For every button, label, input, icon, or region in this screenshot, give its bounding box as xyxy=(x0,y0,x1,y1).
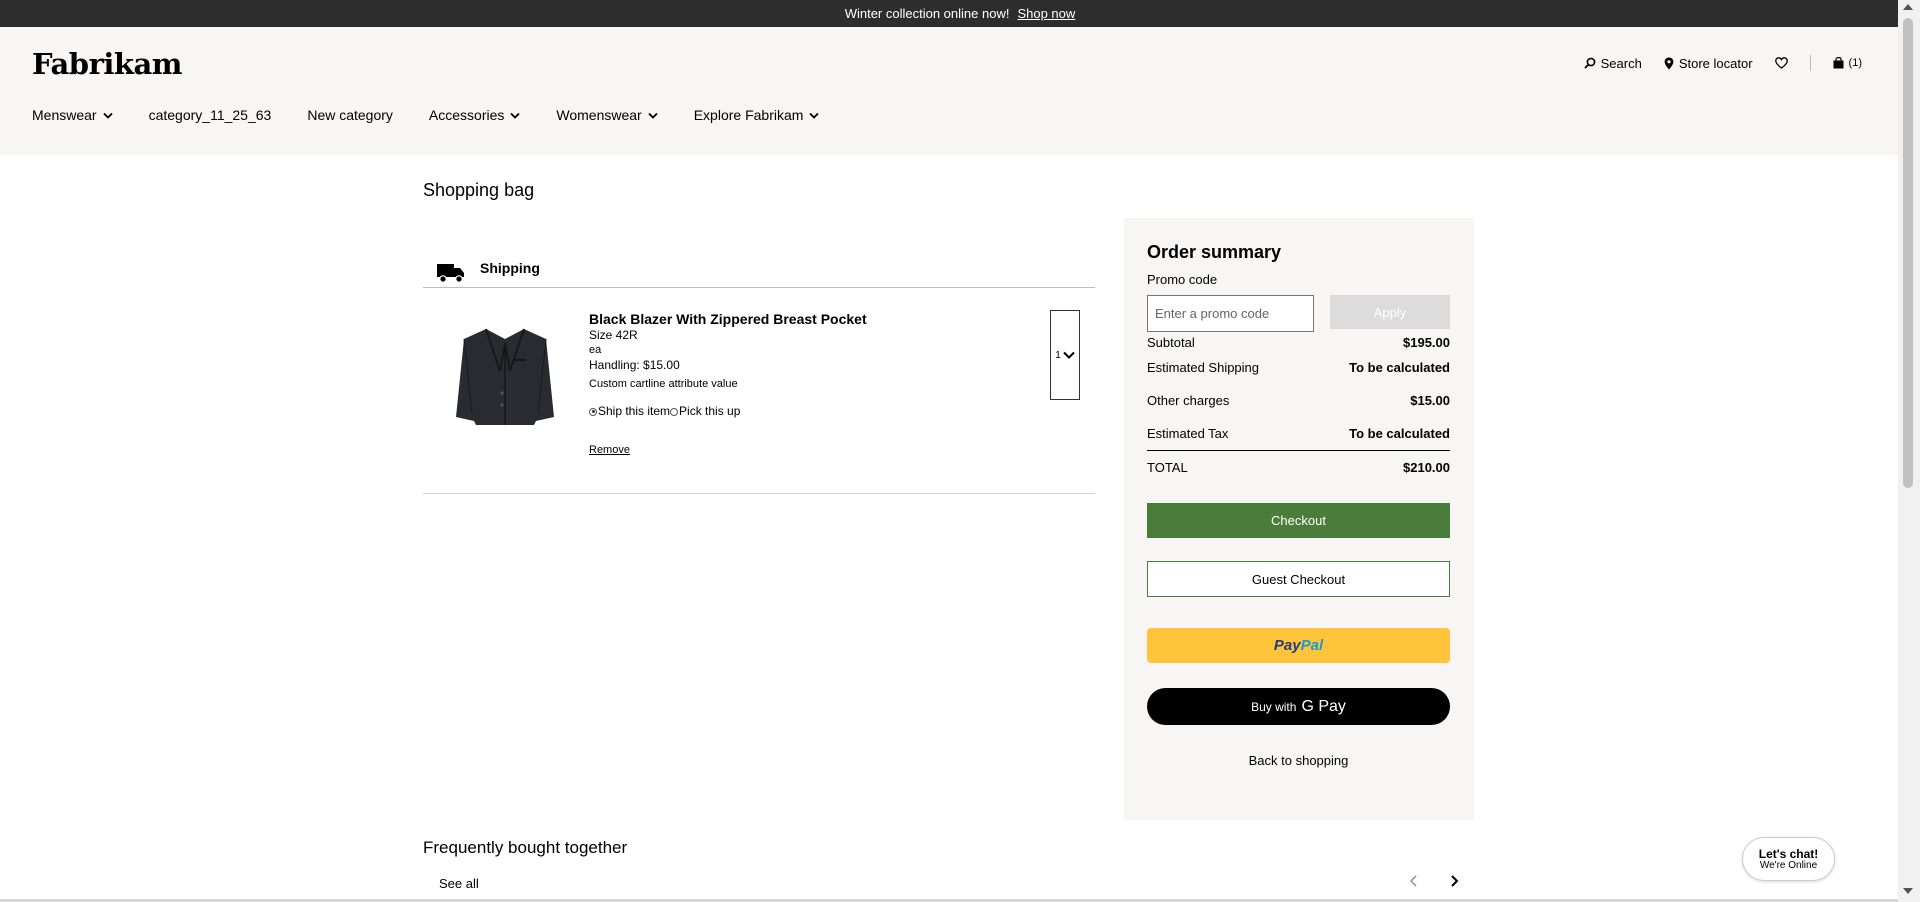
nav-accessories-label: Accessories xyxy=(428,107,505,123)
subtotal-row: Subtotal $195.00 xyxy=(1147,335,1450,350)
other-charges-label: Other charges xyxy=(1147,393,1230,408)
subtotal-value: $195.00 xyxy=(1403,335,1450,350)
checkout-button[interactable]: Checkout xyxy=(1147,503,1450,538)
quantity-select[interactable]: 1 xyxy=(1050,310,1080,400)
nav-womenswear-label: Womenswear xyxy=(556,107,642,123)
heart-icon xyxy=(1774,57,1788,69)
chevron-down-icon xyxy=(510,112,521,119)
scroll-thumb[interactable] xyxy=(1903,18,1913,488)
page-title: Shopping bag xyxy=(423,180,535,200)
product-image[interactable] xyxy=(450,325,560,429)
utility-divider xyxy=(1809,55,1811,71)
fulfillment-options: Ship this item Pick this up xyxy=(589,404,867,419)
ship-option-label[interactable]: Ship this item xyxy=(598,404,670,419)
nav-womenswear[interactable]: Womenswear xyxy=(556,107,658,123)
paypal-logo-part2: Pal xyxy=(1300,637,1324,654)
utility-nav: Search Store locator (1) xyxy=(1562,55,1862,71)
store-locator-button[interactable]: Store locator xyxy=(1664,56,1753,71)
remove-link[interactable]: Remove xyxy=(589,443,867,458)
product-name[interactable]: Black Blazer With Zippered Breast Pocket xyxy=(589,312,867,327)
nav-category_11_25_63[interactable]: category_11_25_63 xyxy=(149,107,272,123)
total-divider xyxy=(1147,450,1450,451)
store-locator-label: Store locator xyxy=(1678,55,1753,71)
apply-button[interactable]: Apply xyxy=(1330,295,1450,329)
pickup-radio[interactable] xyxy=(670,407,679,416)
total-row: TOTAL $210.00 xyxy=(1147,460,1450,475)
nav-accessories[interactable]: Accessories xyxy=(428,107,521,123)
shipping-label: Shipping xyxy=(480,260,540,276)
nav-new-category-label: New category xyxy=(307,107,393,123)
shop-now-link[interactable]: Shop now xyxy=(1017,6,1075,21)
location-pin-icon xyxy=(1664,57,1674,69)
gpay-logo: G Pay xyxy=(1301,697,1346,715)
google-pay-button[interactable]: Buy with G Pay xyxy=(1147,688,1450,725)
nav-new-category[interactable]: New category xyxy=(307,107,393,123)
tax-row: Estimated Tax To be calculated xyxy=(1147,426,1450,441)
logo[interactable]: Fabrikam xyxy=(32,47,182,81)
shipping-estimate-value: To be calculated xyxy=(1349,360,1450,375)
quantity-value: 1 xyxy=(1055,349,1061,361)
pickup-option-label[interactable]: Pick this up xyxy=(679,404,740,419)
order-summary: Order summary Promo code Apply Subtotal … xyxy=(1124,218,1474,820)
scroll-down-arrow[interactable] xyxy=(1903,888,1913,894)
gpay-prefix: Buy with xyxy=(1251,699,1297,714)
cart-button[interactable]: (1) xyxy=(1833,57,1862,69)
summary-title: Order summary xyxy=(1147,242,1282,262)
site-header: Fabrikam Search Store locator (1) Menswe… xyxy=(0,27,1898,155)
chevron-down-icon xyxy=(102,112,113,119)
scroll-up-arrow[interactable] xyxy=(1903,4,1913,10)
search-button[interactable]: Search xyxy=(1584,56,1642,71)
delivery-truck-icon xyxy=(437,264,464,283)
chevron-down-icon xyxy=(648,112,658,119)
total-value: $210.00 xyxy=(1403,460,1450,475)
ship-radio[interactable] xyxy=(589,407,597,416)
other-charges-row: Other charges $15.00 xyxy=(1147,393,1450,408)
chat-title: Let's chat! xyxy=(1758,846,1819,861)
tax-label: Estimated Tax xyxy=(1147,426,1229,441)
product-info: Black Blazer With Zippered Breast Pocket… xyxy=(589,312,867,458)
guest-checkout-button[interactable]: Guest Checkout xyxy=(1147,561,1450,597)
custom-attribute: Custom cartline attribute value xyxy=(589,378,738,390)
page: Winter collection online now! Shop now F… xyxy=(0,0,1920,902)
announcement-text: Winter collection online now! xyxy=(844,6,1010,21)
see-all-link[interactable]: See all xyxy=(439,876,479,891)
shipping-row: Estimated Shipping To be calculated xyxy=(1147,360,1450,375)
paypal-logo-part1: Pay xyxy=(1273,637,1301,654)
subtotal-label: Subtotal xyxy=(1147,335,1195,350)
search-icon xyxy=(1584,57,1596,69)
product-unit: ea xyxy=(589,344,602,356)
cart-line-item: Black Blazer With Zippered Breast Pocket… xyxy=(423,289,1095,494)
announcement-bar: Winter collection online now! Shop now xyxy=(0,0,1920,27)
chevron-down-icon xyxy=(1063,351,1075,359)
chat-status: We're Online xyxy=(1759,859,1818,871)
total-label: TOTAL xyxy=(1147,460,1188,475)
nav-explore-label: Explore Fabrikam xyxy=(693,107,804,123)
chevron-right-icon[interactable] xyxy=(1449,874,1459,888)
cart-count: (1) xyxy=(1848,57,1862,69)
promo-label: Promo code xyxy=(1147,272,1218,287)
nav-explore-fabrikam[interactable]: Explore Fabrikam xyxy=(694,107,820,123)
product-size: Size 42R xyxy=(589,328,638,342)
shipping-estimate-label: Estimated Shipping xyxy=(1147,360,1260,375)
shipping-group-header: Shipping xyxy=(423,256,1095,288)
search-label: Search xyxy=(1600,55,1642,71)
paypal-button[interactable]: Pay Pal xyxy=(1147,628,1450,663)
wishlist-button[interactable] xyxy=(1774,57,1788,69)
chevron-left-icon[interactable] xyxy=(1409,874,1419,888)
tax-value: To be calculated xyxy=(1349,426,1450,441)
nav-menswear-label: Menswear xyxy=(32,107,97,123)
other-charges-value: $15.00 xyxy=(1410,393,1450,408)
nav-menswear[interactable]: Menswear xyxy=(32,107,113,123)
frequently-bought-title: Frequently bought together xyxy=(423,838,628,857)
main-nav: Menswear category_11_25_63 New category … xyxy=(32,107,855,123)
nav-category-label: category_11_25_63 xyxy=(148,107,272,123)
product-handling: Handling: $15.00 xyxy=(589,358,680,372)
promo-input[interactable] xyxy=(1147,295,1314,332)
chevron-down-icon xyxy=(809,112,820,119)
back-to-shopping-link[interactable]: Back to shopping xyxy=(1147,751,1450,769)
shopping-bag-icon xyxy=(1833,57,1844,69)
chat-widget[interactable]: Let's chat! We're Online xyxy=(1742,837,1835,881)
